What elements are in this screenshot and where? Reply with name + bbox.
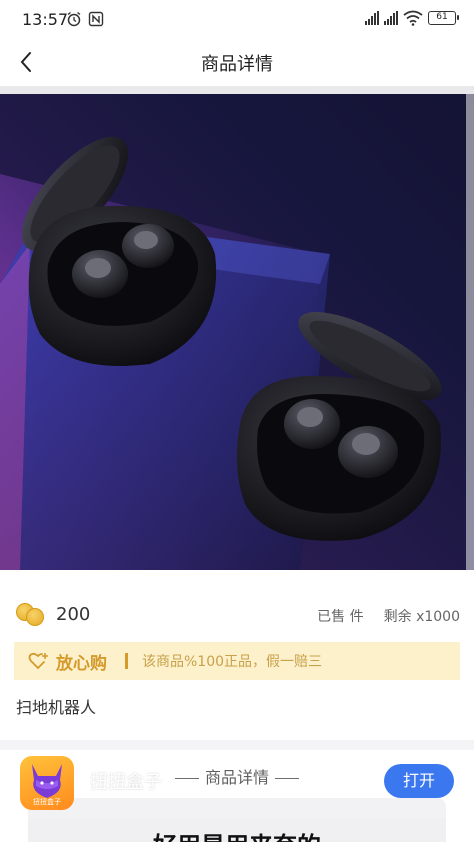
assurance-separator (125, 653, 128, 669)
product-image[interactable] (0, 94, 474, 570)
assurance-bar: 放心购 该商品%100正品，假一赔三 (14, 642, 460, 680)
stock-info: 已售 件 剩余 x1000 (317, 606, 460, 626)
product-info: 200 已售 件 剩余 x1000 放心购 该商品%100正品，假一赔三 扫地机… (0, 570, 474, 748)
price-value: 200 (56, 603, 91, 625)
assurance-text: 该商品%100正品，假一赔三 (142, 654, 323, 670)
open-app-button[interactable]: 打开 (384, 764, 454, 798)
wifi-icon (403, 10, 423, 26)
nfc-icon (88, 11, 104, 27)
app-logo: 扭扭盒子 (20, 756, 74, 810)
status-bar: 13:57 61 (0, 0, 474, 40)
heart-plus-icon (28, 652, 48, 669)
hd-signal-icon (384, 11, 398, 25)
coin-icon (16, 602, 48, 626)
remaining-count: 剩余 x1000 (383, 609, 460, 625)
alarm-icon (67, 11, 81, 27)
status-time: 13:57 (22, 10, 69, 29)
sold-count: 已售 件 (317, 609, 364, 625)
status-left-icons (66, 11, 104, 27)
status-right-icons: 61 (365, 10, 459, 26)
price-row: 200 (16, 602, 90, 626)
hd-signal-icon (365, 11, 379, 25)
product-name: 扫地机器人 (16, 698, 97, 717)
app-name: 扭扭盒子 (90, 772, 162, 793)
app-banner[interactable]: 扭扭盒子 扭扭盒子 打开 (0, 748, 474, 818)
battery-icon: 61 (428, 11, 459, 25)
details-text: 好用是用来夸的 (0, 826, 474, 842)
divider (0, 86, 474, 94)
app-logo-label: 扭扭盒子 (33, 798, 61, 806)
nav-bar: 商品详情 (0, 40, 474, 84)
assurance-title: 放心购 (56, 653, 107, 674)
page-title: 商品详情 (201, 54, 273, 75)
